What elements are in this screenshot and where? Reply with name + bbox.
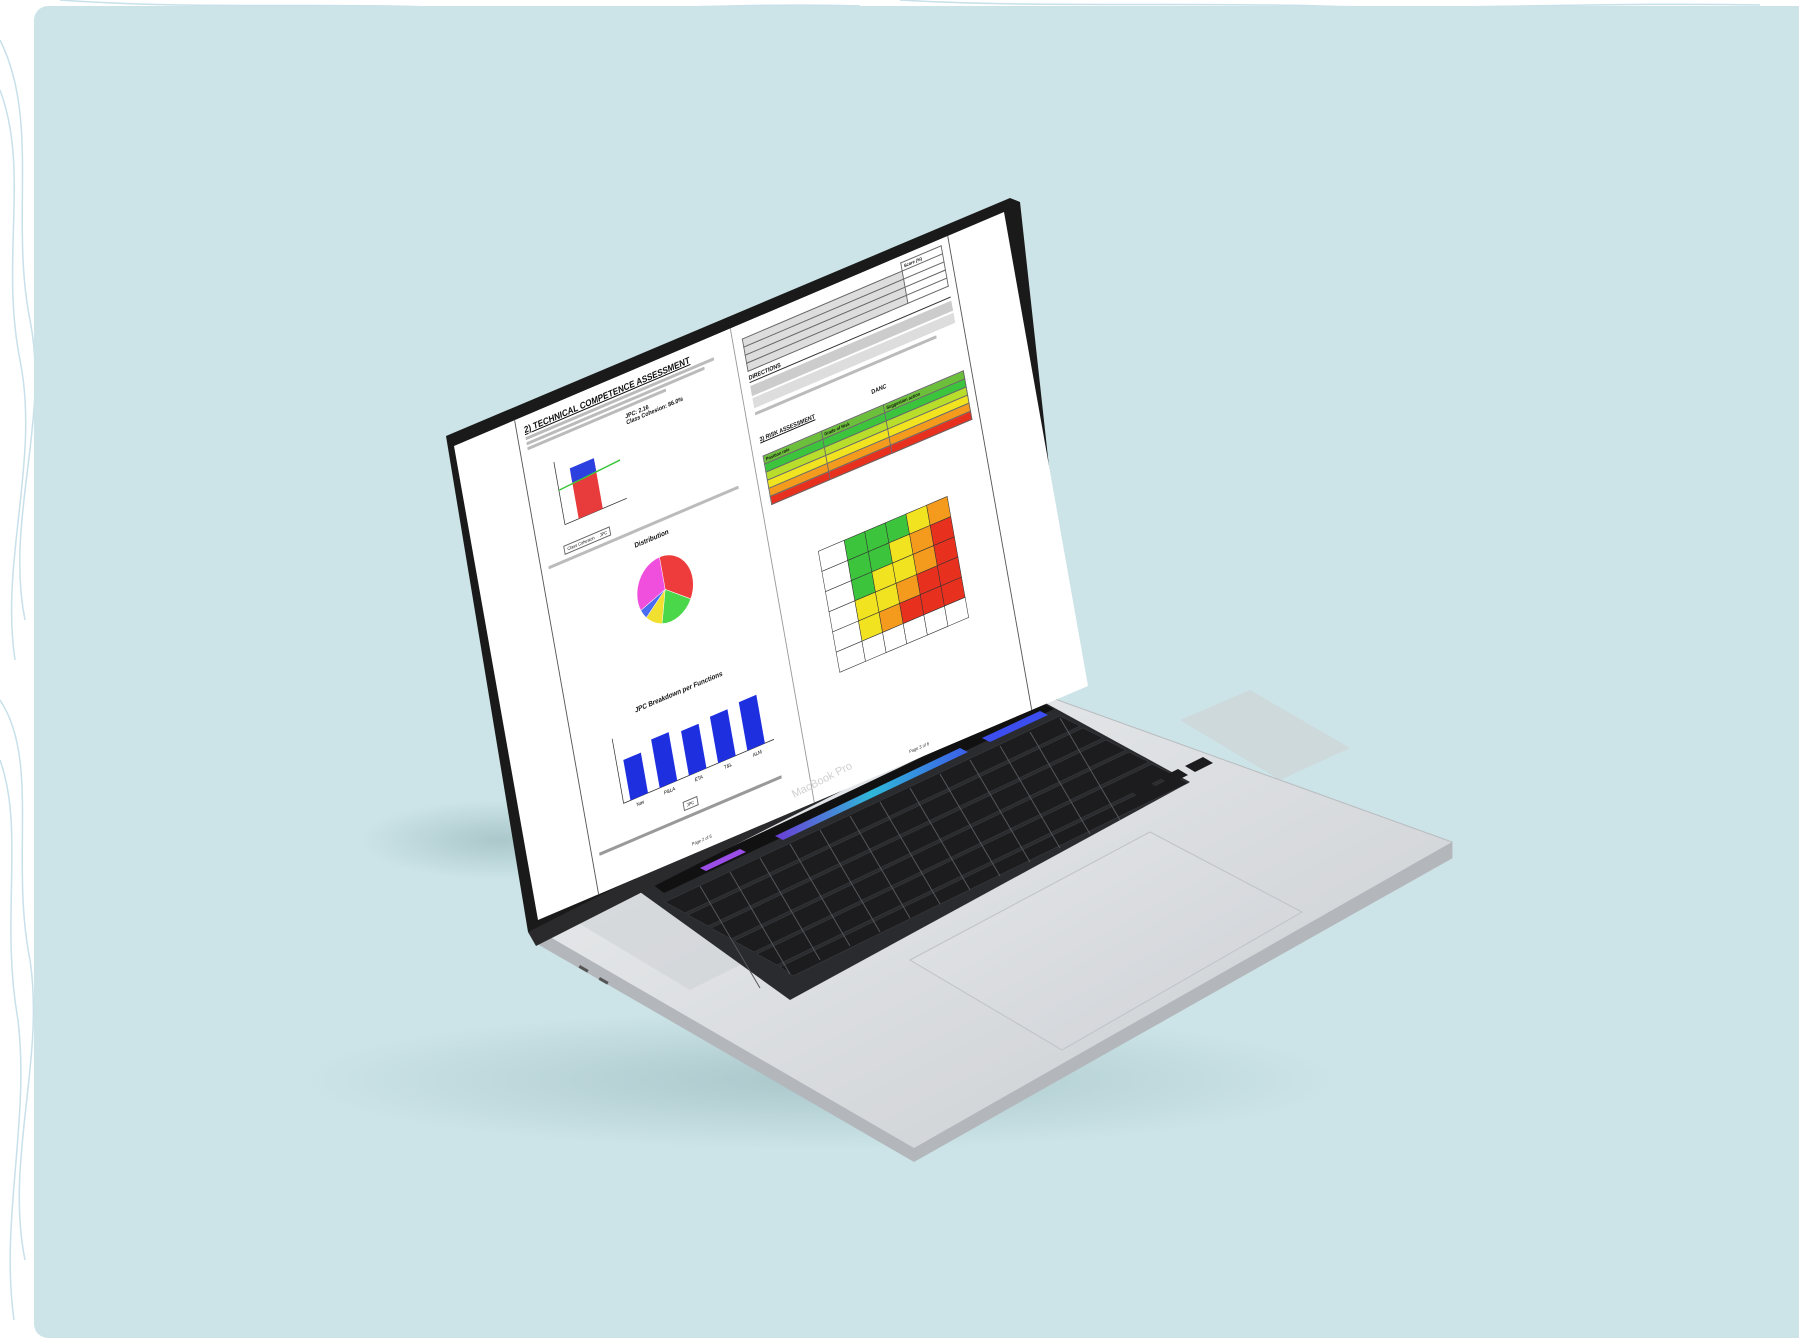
page-footer-left: Page 2 of 6 — [691, 833, 713, 847]
bar-category-label: T&L — [724, 762, 733, 772]
bar-category-label: Nav — [636, 799, 645, 809]
risk-matrix — [817, 496, 969, 673]
bar — [681, 723, 707, 776]
bar-legend: JPC — [682, 796, 699, 812]
bar — [651, 732, 678, 788]
legend-item: JPC — [599, 529, 608, 538]
pie-chart — [636, 554, 694, 624]
bar — [738, 694, 765, 751]
bar-category-label: P&LA — [664, 786, 677, 797]
bar-category-label: ALM — [752, 749, 762, 759]
page-footer-right: Page 3 of 6 — [908, 740, 930, 755]
bar-category-label: ETA — [694, 774, 704, 784]
bar — [623, 752, 649, 801]
risk-label: DANC — [871, 383, 888, 397]
cohesion-chart — [553, 458, 627, 526]
bar — [709, 709, 736, 764]
